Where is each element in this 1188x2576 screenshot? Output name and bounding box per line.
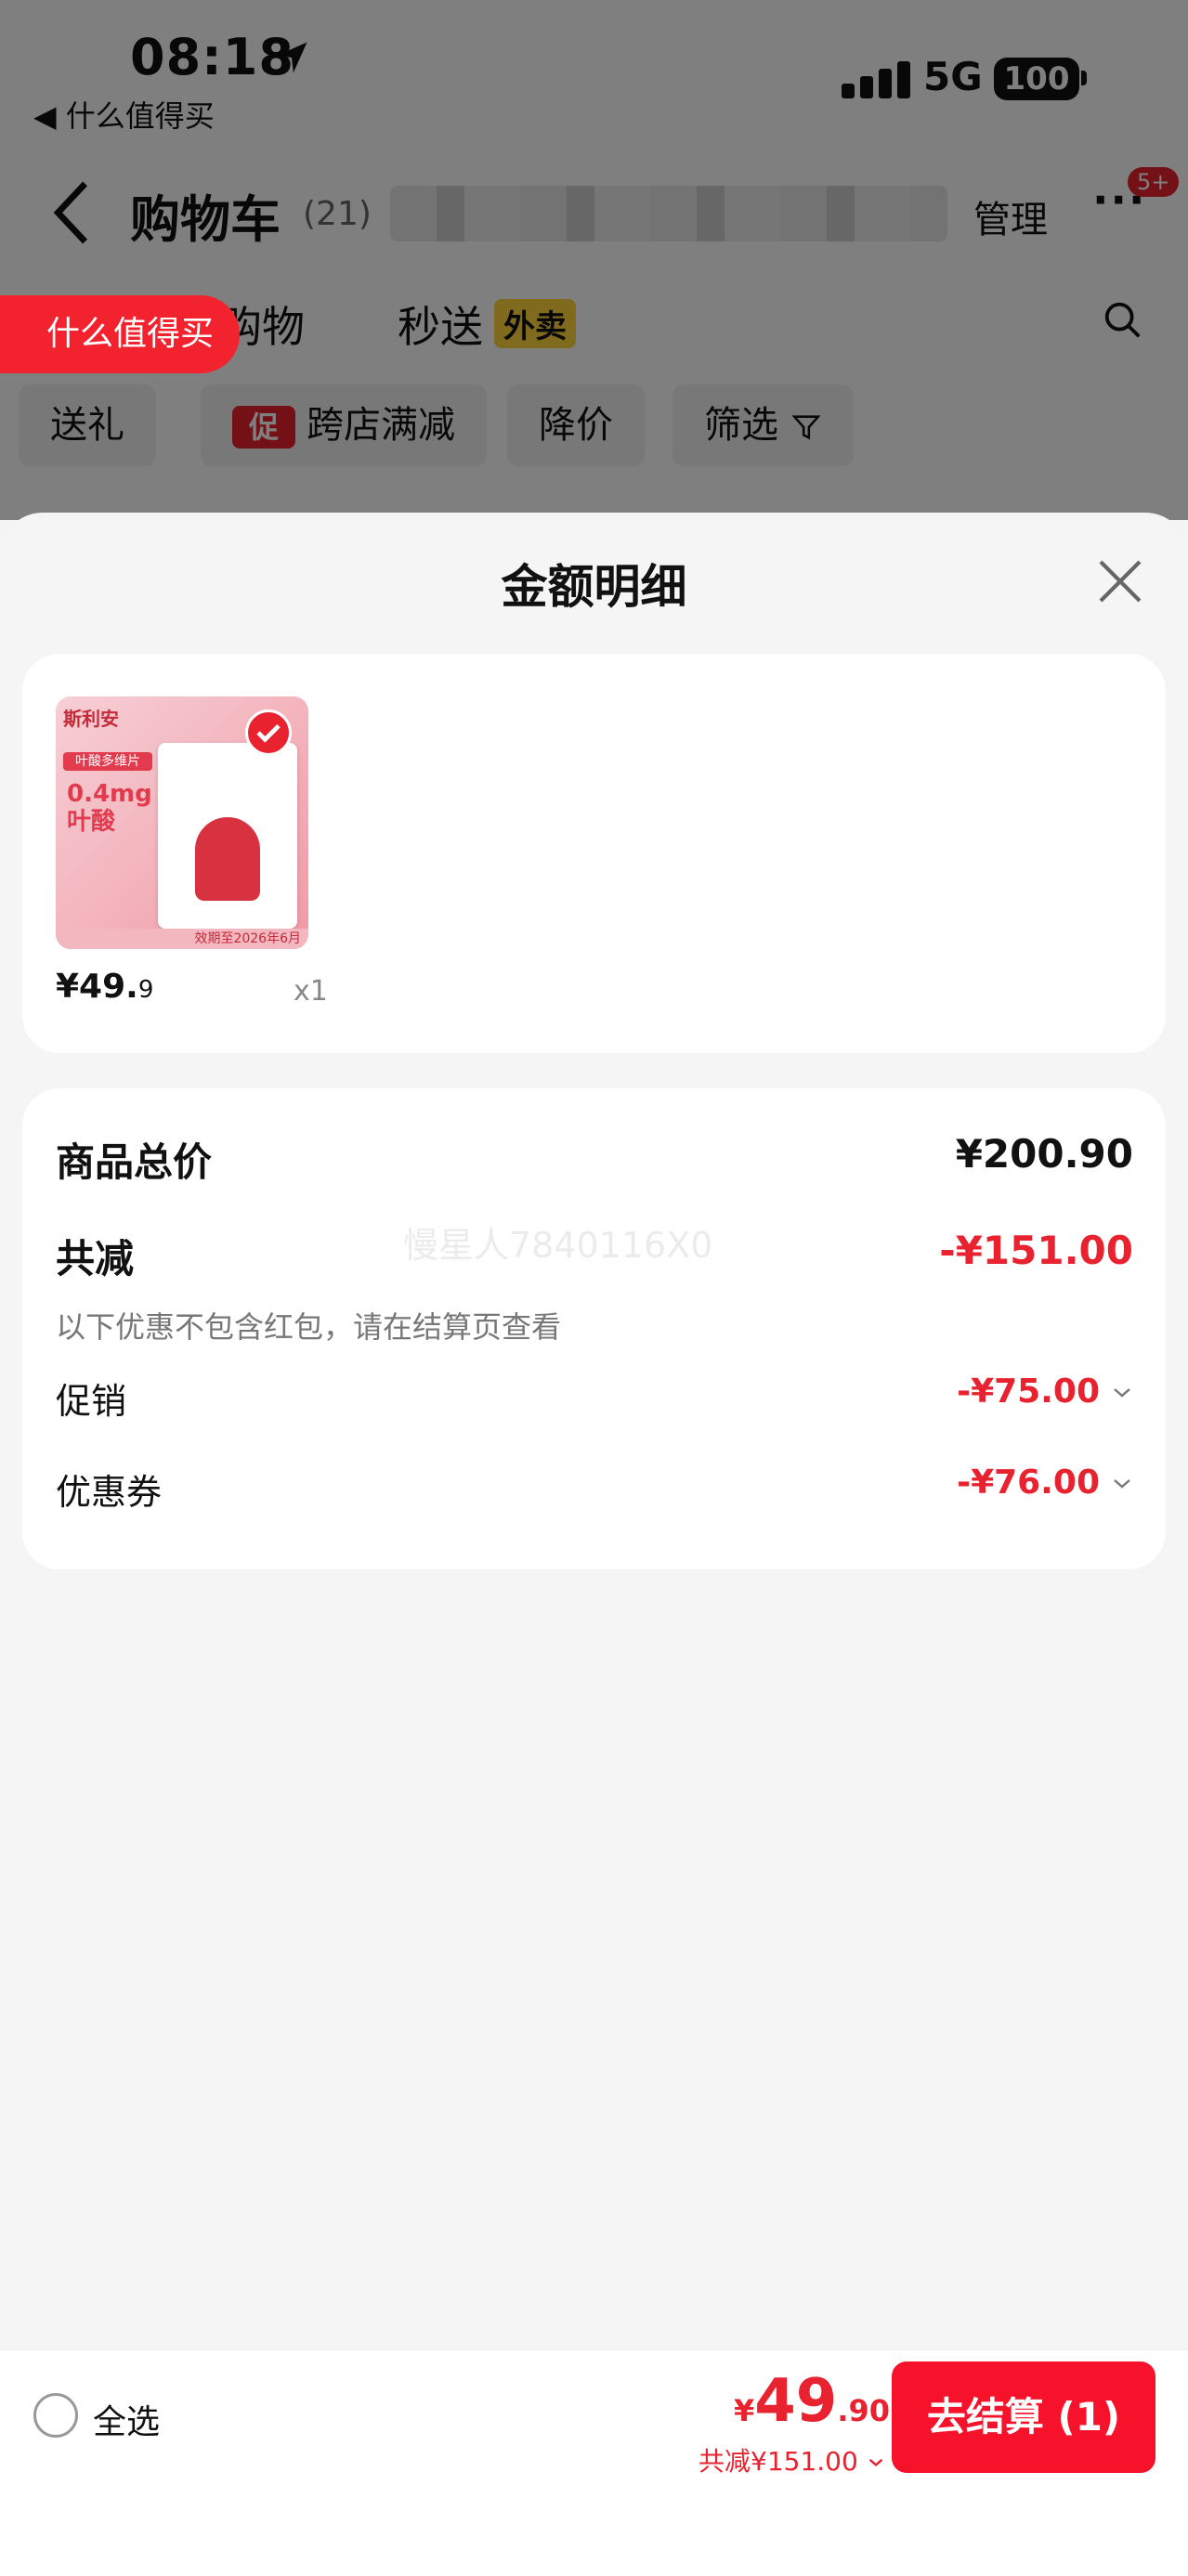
product-price-main: ¥49.	[56, 968, 138, 1006]
checkout-button[interactable]: 去结算 (1)	[892, 2361, 1155, 2473]
product-image-tag: 叶酸多维片	[63, 752, 152, 771]
product-quantity: x1	[294, 975, 328, 1008]
product-image-dose: 0.4mg 叶酸	[67, 780, 152, 836]
total-reduce-label: 共减¥151.00	[698, 2446, 858, 2477]
product-image[interactable]: 斯利安 叶酸多维片 0.4mg 叶酸 效期至2026年6月	[56, 696, 308, 949]
float-back-button[interactable]: 什么值得买	[0, 295, 240, 373]
selected-check-icon	[245, 709, 292, 756]
product-image-brand: 斯利安	[63, 708, 119, 730]
total-value: ¥200.90	[955, 1131, 1133, 1177]
product-image-expiry: 效期至2026年6月	[56, 929, 308, 949]
coupon-value: -¥76.00	[957, 1464, 1100, 1502]
watermark: 慢星人7840116X0	[403, 1225, 713, 1266]
sheet-title: 金额明细	[501, 560, 687, 614]
product-box	[158, 743, 297, 929]
chevron-down-icon	[868, 2458, 882, 2466]
price-integer: 49	[754, 2367, 838, 2436]
reduce-note: 以下优惠不包含红包，请在结算页查看	[56, 1309, 562, 1345]
product-price-decimal: 9	[137, 976, 154, 1004]
total-label: 商品总价	[56, 1139, 213, 1185]
modal-backdrop[interactable]	[0, 0, 1188, 520]
total-reduce[interactable]: 共减¥151.00	[698, 2441, 885, 2478]
select-all-radio[interactable]	[33, 2393, 78, 2438]
reduce-label: 共减	[56, 1236, 135, 1281]
select-all-label[interactable]: 全选	[93, 2395, 160, 2443]
chevron-down-icon	[1114, 1388, 1130, 1398]
home-indicator-area	[0, 2481, 1188, 2576]
chevron-down-icon	[1114, 1479, 1130, 1489]
product-box-figure	[195, 817, 260, 901]
close-icon[interactable]	[1094, 555, 1146, 607]
reduce-value: -¥151.00	[939, 1228, 1133, 1273]
product-price: ¥49.9	[56, 968, 153, 1006]
total-price: ¥49.90	[734, 2367, 890, 2436]
amount-detail-sheet: 金额明细 斯利安 叶酸多维片 0.4mg 叶酸 效期至2026年6月 ¥49.9…	[0, 513, 1188, 2576]
checkout-bar: 全选 ¥49.90 共减¥151.00 去结算 (1)	[0, 2349, 1188, 2481]
selected-items-card: 斯利安 叶酸多维片 0.4mg 叶酸 效期至2026年6月 ¥49.9 x1	[22, 654, 1166, 1053]
price-summary-card: 商品总价 ¥200.90 慢星人7840116X0 共减 -¥151.00 以下…	[22, 1088, 1166, 1569]
promo-value: -¥75.00	[957, 1373, 1100, 1411]
promo-label: 促销	[56, 1381, 127, 1422]
coupon-label: 优惠券	[56, 1472, 163, 1513]
price-symbol: ¥	[734, 2393, 755, 2428]
float-back-label: 什么值得买	[46, 315, 215, 353]
price-decimal: .90	[837, 2393, 891, 2428]
